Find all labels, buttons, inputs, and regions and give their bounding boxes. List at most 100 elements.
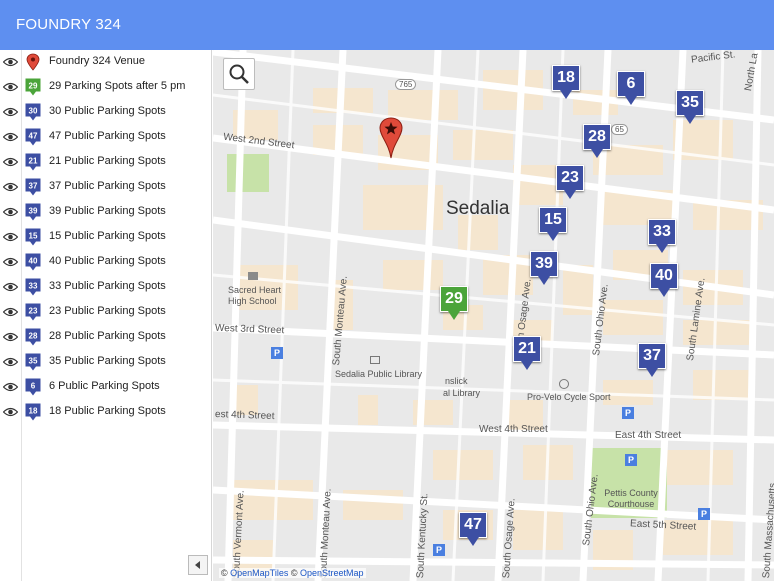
eye-icon[interactable]: [3, 182, 18, 192]
parking-marker[interactable]: 28: [583, 124, 611, 158]
openmaptiles-link[interactable]: OpenMapTiles: [230, 568, 288, 578]
eye-icon[interactable]: [3, 132, 18, 142]
parking-marker-tip-icon: [625, 96, 637, 105]
marker-label: 33: [648, 219, 676, 245]
parking-marker[interactable]: 37: [638, 343, 666, 377]
parking-marker[interactable]: 21: [513, 336, 541, 370]
collapse-sidebar-button[interactable]: [188, 555, 208, 575]
layer-label: 30 Public Parking Spots: [49, 105, 166, 117]
app-header: FOUNDRY 324: [0, 0, 774, 50]
layer-item-venue[interactable]: Foundry 324 Venue: [0, 50, 212, 75]
layer-item[interactable]: 6 6 Public Parking Spots: [0, 375, 212, 400]
layer-item[interactable]: 21 21 Public Parking Spots: [0, 150, 212, 175]
venue-pin-icon[interactable]: [377, 116, 405, 160]
street-label: East 4th Street: [615, 430, 682, 441]
parking-marker-tip-icon: [467, 537, 479, 546]
eye-icon[interactable]: [3, 382, 18, 392]
badge-number: 39: [29, 207, 38, 216]
badge-number: 18: [29, 407, 38, 416]
parking-marker-tip-icon: [560, 90, 572, 99]
eye-icon[interactable]: [3, 407, 18, 417]
parking-marker-tip-icon: [646, 368, 658, 377]
layer-item[interactable]: 35 35 Public Parking Spots: [0, 350, 212, 375]
parking-marker[interactable]: 35: [676, 90, 704, 124]
layer-sidebar: Foundry 324 Venue 29 29 Parking Spots af…: [0, 50, 212, 581]
parking-badge-icon: 30: [25, 103, 41, 121]
poi-label: Pettis County Courthouse: [604, 488, 658, 509]
map-pin-icon: [26, 53, 40, 71]
parking-marker[interactable]: 6: [617, 71, 645, 105]
route-65-shield: 65: [611, 124, 628, 135]
layer-item[interactable]: 39 39 Public Parking Spots: [0, 200, 212, 225]
eye-icon[interactable]: [3, 332, 18, 342]
openstreetmap-link[interactable]: OpenStreetMap: [300, 568, 364, 578]
parking-marker-tip-icon: [564, 190, 576, 199]
layer-label: 33 Public Parking Spots: [49, 280, 166, 292]
layer-label: 28 Public Parking Spots: [49, 330, 166, 342]
parking-marker[interactable]: 23: [556, 165, 584, 199]
marker-label: 29: [440, 286, 468, 312]
parking-badge-icon: 29: [25, 78, 41, 96]
eye-icon[interactable]: [3, 357, 18, 367]
layer-item[interactable]: 28 28 Public Parking Spots: [0, 325, 212, 350]
library-icon: [370, 356, 380, 364]
parking-marker[interactable]: 15: [539, 207, 567, 241]
parking-badge-icon: 39: [25, 203, 41, 221]
parking-badge-icon: 15: [25, 228, 41, 246]
marker-label: 28: [583, 124, 611, 150]
badge-number: 6: [31, 382, 36, 391]
layer-label: 39 Public Parking Spots: [49, 205, 166, 217]
parking-badge-icon: 47: [25, 128, 41, 146]
badge-number: 23: [29, 307, 38, 316]
eye-icon[interactable]: [3, 257, 18, 267]
parking-marker[interactable]: 40: [650, 263, 678, 297]
layer-item[interactable]: 15 15 Public Parking Spots: [0, 225, 212, 250]
badge-number: 33: [29, 282, 38, 291]
parking-marker[interactable]: 18: [552, 65, 580, 99]
eye-icon[interactable]: [3, 57, 18, 67]
badge-number: 29: [29, 82, 38, 91]
parking-sign-icon: P: [625, 454, 637, 466]
badge-number: 35: [29, 357, 38, 366]
parking-badge-icon: 23: [25, 303, 41, 321]
eye-icon[interactable]: [3, 82, 18, 92]
marker-label: 21: [513, 336, 541, 362]
badge-number: 28: [29, 332, 38, 341]
layer-item[interactable]: 29 29 Parking Spots after 5 pm: [0, 75, 212, 100]
layer-item[interactable]: 18 18 Public Parking Spots: [0, 400, 212, 425]
eye-icon[interactable]: [3, 307, 18, 317]
layer-item[interactable]: 30 30 Public Parking Spots: [0, 100, 212, 125]
parking-sign-icon: P: [433, 544, 445, 556]
parking-marker-tip-icon: [591, 149, 603, 158]
eye-icon[interactable]: [3, 282, 18, 292]
eye-icon[interactable]: [3, 157, 18, 167]
parking-badge-icon: 40: [25, 253, 41, 271]
parking-marker[interactable]: 33: [648, 219, 676, 253]
eye-icon[interactable]: [3, 232, 18, 242]
map-search-button[interactable]: [223, 58, 255, 90]
layer-item[interactable]: 47 47 Public Parking Spots: [0, 125, 212, 150]
parking-marker-tip-icon: [448, 311, 460, 320]
parking-marker[interactable]: 47: [459, 512, 487, 546]
parking-marker[interactable]: 39: [530, 251, 558, 285]
layer-item[interactable]: 37 37 Public Parking Spots: [0, 175, 212, 200]
map-attribution: © OpenMapTiles © OpenStreetMap: [219, 568, 366, 578]
parking-marker[interactable]: 29: [440, 286, 468, 320]
marker-label: 35: [676, 90, 704, 116]
poi-label: nslick: [445, 376, 468, 386]
bicycle-icon: [559, 379, 569, 389]
badge-number: 30: [29, 107, 38, 116]
layer-label: 23 Public Parking Spots: [49, 305, 166, 317]
parking-badge-icon: 28: [25, 328, 41, 346]
map-view[interactable]: 765 65 West 2nd Street West 3rd Street e…: [213, 50, 774, 581]
marker-label: 6: [617, 71, 645, 97]
layer-item[interactable]: 23 23 Public Parking Spots: [0, 300, 212, 325]
eye-icon[interactable]: [3, 107, 18, 117]
parking-marker-tip-icon: [656, 244, 668, 253]
parking-sign-icon: P: [622, 407, 634, 419]
eye-icon[interactable]: [3, 207, 18, 217]
street-label: est 4th Street: [214, 408, 275, 423]
layer-item[interactable]: 40 40 Public Parking Spots: [0, 250, 212, 275]
layer-item[interactable]: 33 33 Public Parking Spots: [0, 275, 212, 300]
school-icon: [248, 272, 258, 280]
